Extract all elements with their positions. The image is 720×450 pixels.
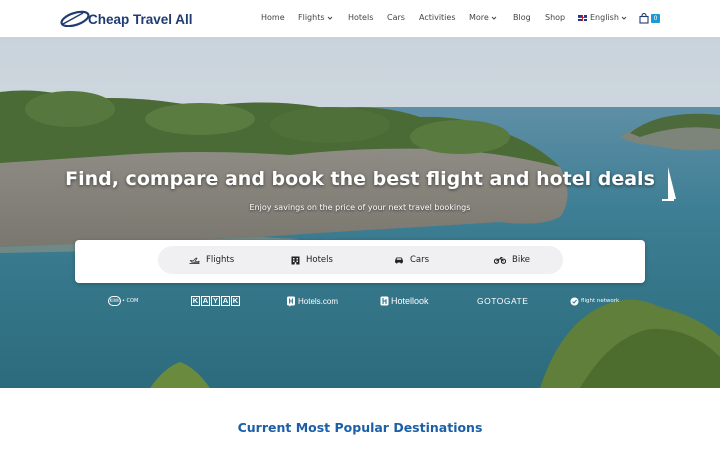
gotogate-text: GOTOGATE xyxy=(477,296,529,306)
kiwi-logo-suffix: • COM xyxy=(122,298,139,304)
tab-cars[interactable]: Cars xyxy=(394,246,429,274)
hotellook-logo: Hotellook xyxy=(380,294,429,308)
nav-item-hotels[interactable]: Hotels xyxy=(348,13,373,22)
hero-banner: Find, compare and book the best flight a… xyxy=(0,37,720,388)
popular-destinations-heading: Current Most Popular Destinations xyxy=(237,420,483,435)
nav-item-flights[interactable]: Flights xyxy=(298,13,333,22)
cart-button[interactable]: 0 xyxy=(638,12,664,26)
nav-item-home[interactable]: Home xyxy=(261,13,285,22)
nav-label: More xyxy=(469,13,489,22)
nav-label: Shop xyxy=(545,13,566,22)
kayak-letter: Y xyxy=(211,296,220,306)
tab-label: Hotels xyxy=(306,255,333,265)
nav-label: Cars xyxy=(387,13,405,22)
nav-label: Home xyxy=(261,13,285,22)
nav-label: Hotels xyxy=(348,13,374,22)
kayak-logo: KAYAK xyxy=(191,294,241,308)
flight-network-text: flight network xyxy=(581,298,620,304)
site-header: Cheap Travel All Home Flights Hotels Car… xyxy=(0,0,720,37)
hotels-h-icon xyxy=(287,296,295,307)
motorbike-icon xyxy=(494,256,506,264)
hero-subtitle: Enjoy savings on the price of your next … xyxy=(249,203,471,212)
hotellook-icon xyxy=(380,296,389,306)
language-selector[interactable]: English xyxy=(578,13,627,22)
shopping-bag-icon xyxy=(639,13,649,24)
nav-item-activities[interactable]: Activities xyxy=(419,13,456,22)
search-widget: Flights Hotels Cars Bike xyxy=(75,240,645,283)
tab-label: Cars xyxy=(410,255,430,265)
hotels-com-logo: Hotels.com xyxy=(286,294,338,308)
flight-network-logo: flight network xyxy=(570,294,619,308)
nav-item-blog[interactable]: Blog xyxy=(513,13,531,22)
kiwi-logo-mark: KIWI xyxy=(108,296,121,306)
hotel-building-icon xyxy=(291,256,300,264)
tab-label: Bike xyxy=(512,255,531,265)
chevron-down-icon xyxy=(491,16,497,20)
airplane-icon xyxy=(189,257,200,264)
gotogate-logo: GOTOGATE xyxy=(477,294,528,308)
kayak-letter: A xyxy=(201,296,210,306)
car-icon xyxy=(395,257,403,264)
nav-item-cars[interactable]: Cars xyxy=(387,13,405,22)
hotellook-text: Hotellook xyxy=(391,296,429,306)
hotels-com-text: Hotels.com xyxy=(298,296,339,306)
tab-hotels[interactable]: Hotels xyxy=(291,246,333,274)
nav-item-shop[interactable]: Shop xyxy=(545,13,565,22)
checkmark-circle-icon xyxy=(570,297,579,305)
hero-title: Find, compare and book the best flight a… xyxy=(65,168,655,190)
nav-label: Activities xyxy=(419,13,456,22)
partner-logos: KIWI • COM KAYAK Hotels.com Hotellook GO… xyxy=(0,294,720,308)
chevron-down-icon xyxy=(621,16,627,20)
search-tabs: Flights Hotels Cars Bike xyxy=(158,246,563,274)
kayak-letter: A xyxy=(221,296,230,306)
nav-label: Blog xyxy=(513,13,531,22)
kayak-letter: K xyxy=(231,296,240,306)
uk-flag-icon xyxy=(578,14,587,21)
tab-label: Flights xyxy=(206,255,235,265)
tab-bike[interactable]: Bike xyxy=(494,246,530,274)
tab-flights[interactable]: Flights xyxy=(189,246,234,274)
main-nav: Home Flights Hotels Cars Activities More… xyxy=(0,0,720,37)
kiwi-logo: KIWI • COM xyxy=(108,294,138,308)
cart-count-badge: 0 xyxy=(651,14,660,23)
language-label: English xyxy=(590,13,619,22)
kayak-letter: K xyxy=(191,296,200,306)
nav-item-more[interactable]: More xyxy=(469,13,497,22)
hero-background-image xyxy=(0,37,720,388)
chevron-down-icon xyxy=(327,16,332,20)
nav-label: Flights xyxy=(298,13,325,22)
